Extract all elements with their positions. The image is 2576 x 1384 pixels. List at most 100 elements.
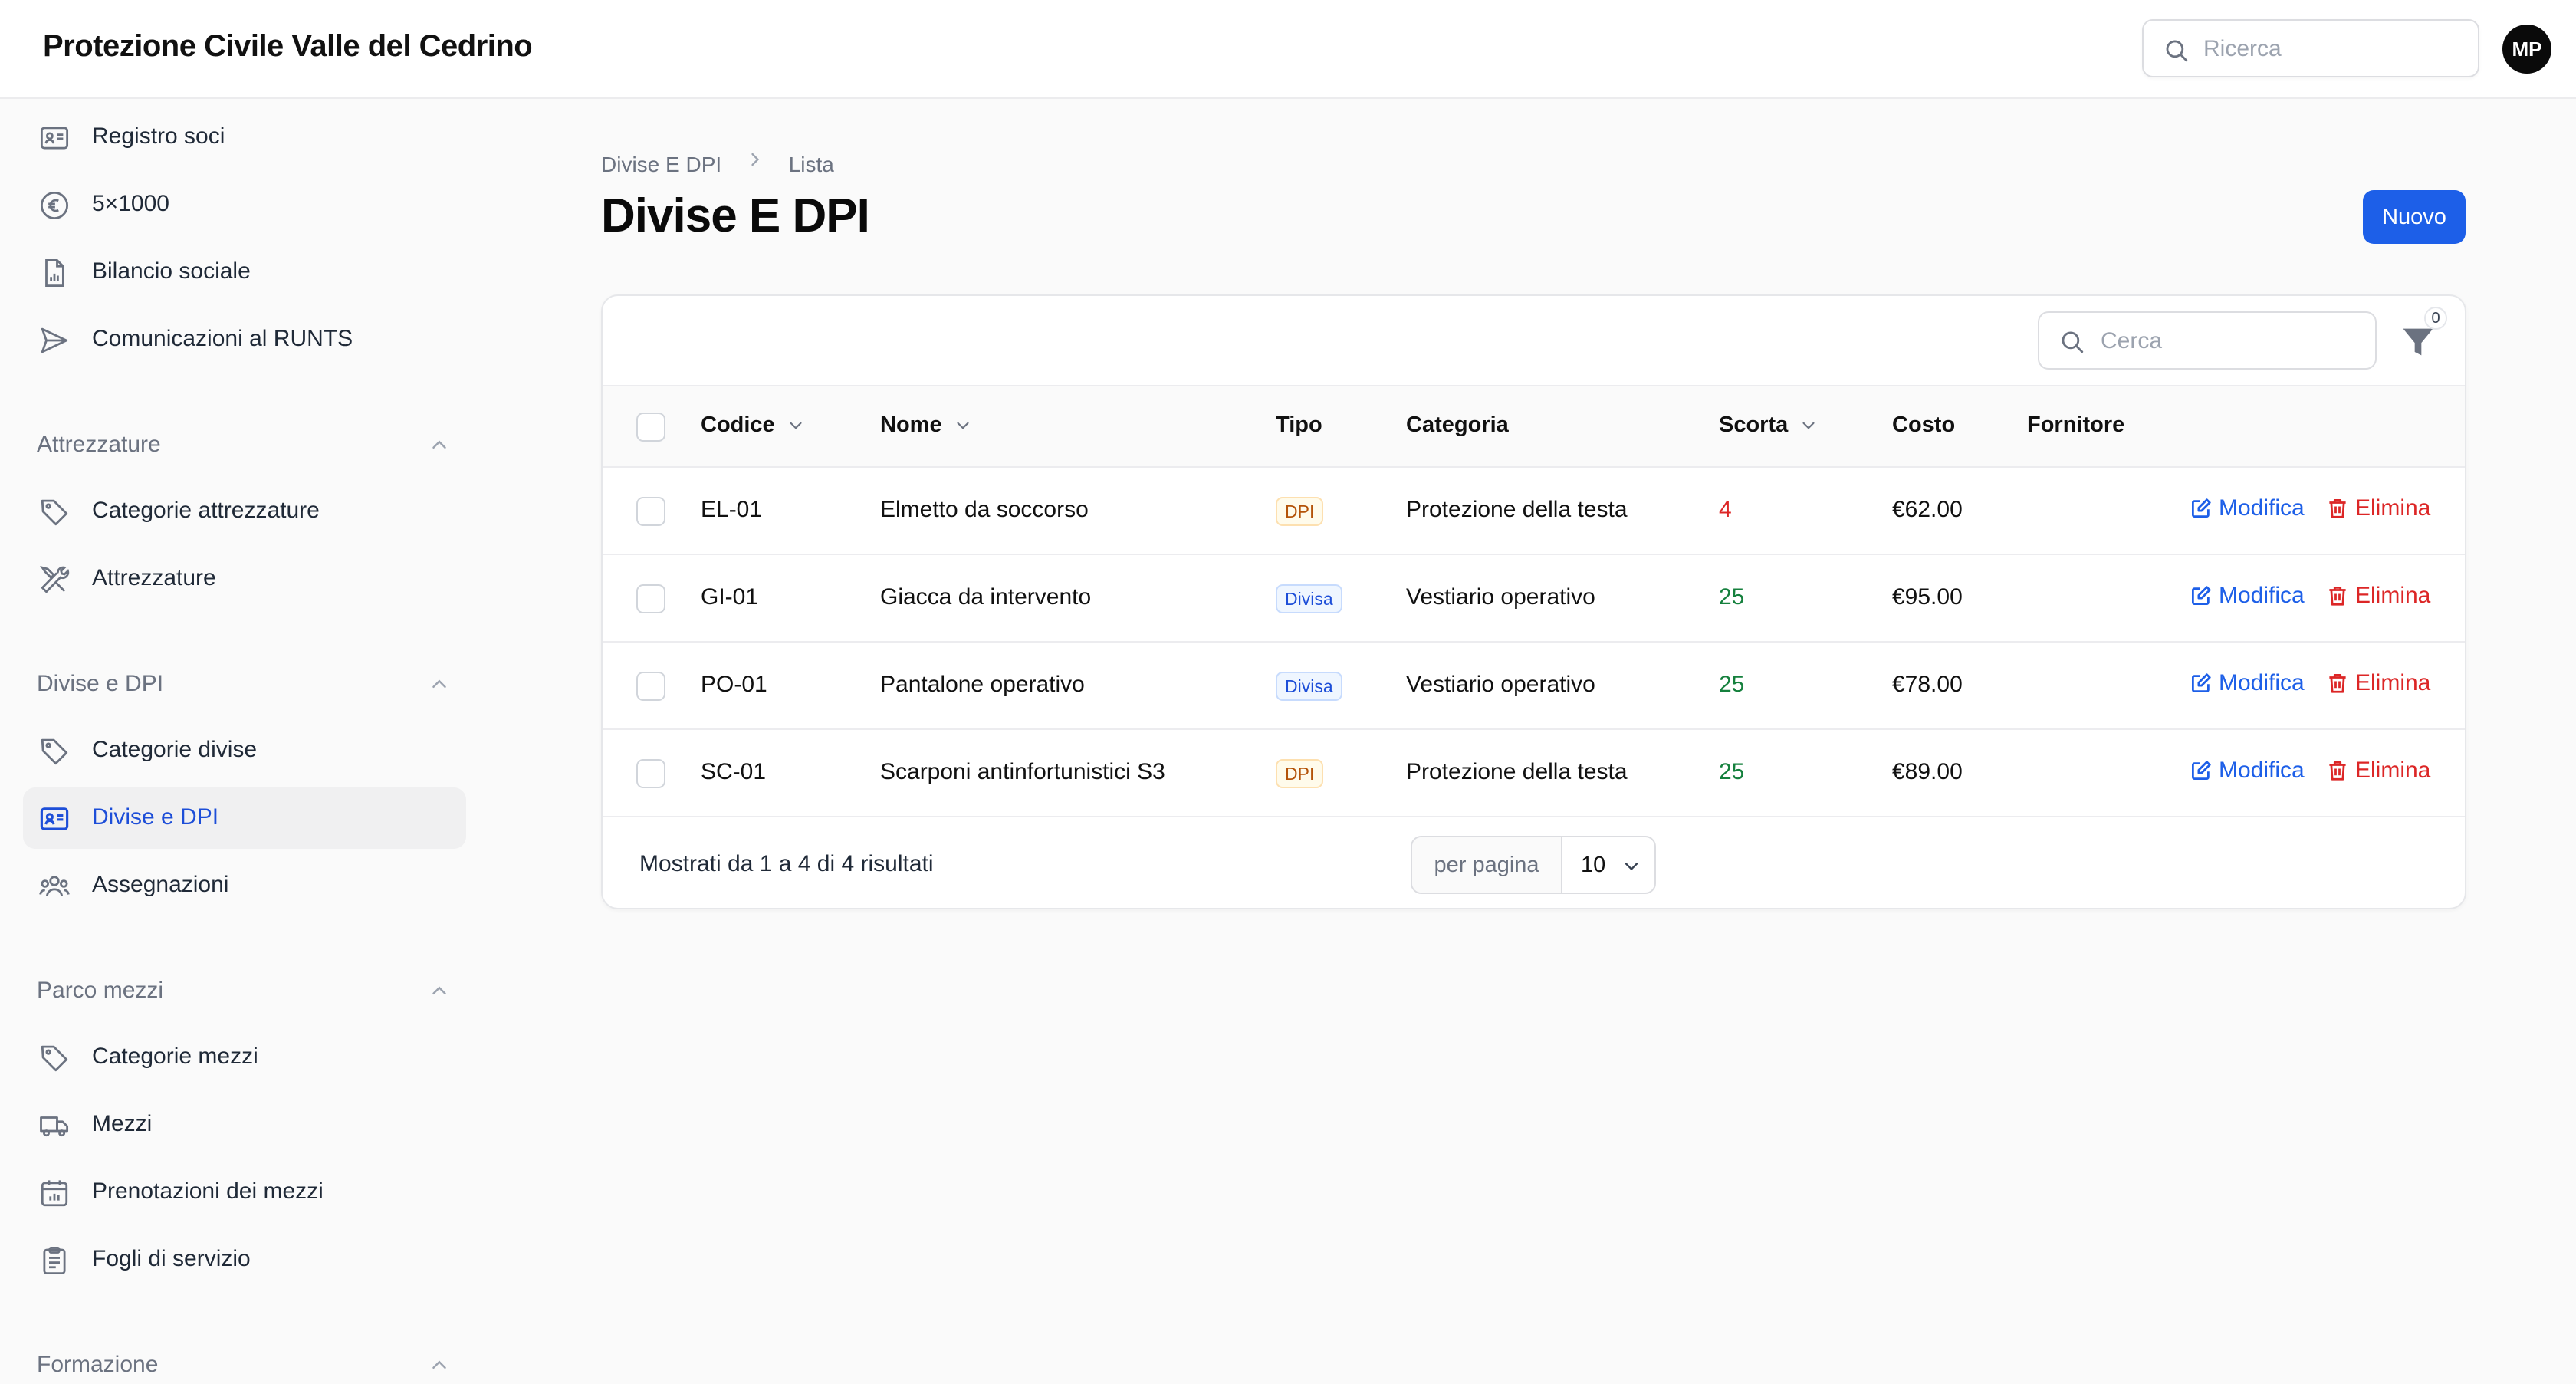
edit-label: Modifica bbox=[2219, 495, 2305, 521]
clipboard-icon bbox=[43, 1246, 66, 1275]
cell-name: Pantalone operativo bbox=[880, 672, 1085, 697]
paper-plane-icon bbox=[41, 327, 68, 353]
sidebar-group-divise-dpi[interactable]: Divise e DPI bbox=[37, 665, 451, 703]
trash-icon bbox=[2329, 499, 2346, 518]
sidebar-item-registro-soci[interactable]: Registro soci bbox=[23, 107, 466, 168]
euro-icon bbox=[40, 191, 69, 220]
global-search-input[interactable] bbox=[2203, 31, 2464, 67]
type-badge: DPI bbox=[1276, 759, 1324, 788]
row-checkbox[interactable] bbox=[636, 584, 665, 613]
sidebar-group-formazione[interactable]: Formazione bbox=[37, 1346, 451, 1384]
edit-button[interactable]: Modifica bbox=[2190, 495, 2305, 521]
cell-name: Scarponi antinfortunistici S3 bbox=[880, 759, 1165, 784]
sidebar-item-5x1000[interactable]: 5×1000 bbox=[23, 174, 466, 235]
table-footer: Mostrati da 1 a 4 di 4 risultati per pag… bbox=[603, 817, 2465, 908]
breadcrumb-parent[interactable]: Divise E DPI bbox=[601, 153, 721, 177]
row-checkbox[interactable] bbox=[636, 497, 665, 526]
sidebar-group-parco-mezzi[interactable]: Parco mezzi bbox=[37, 971, 451, 1010]
chevron-up-icon bbox=[432, 679, 446, 688]
user-avatar[interactable]: MP bbox=[2502, 25, 2551, 74]
delete-label: Elimina bbox=[2355, 495, 2431, 521]
table-row: EL-01 Elmetto da soccorso DPI Protezione… bbox=[603, 468, 2465, 555]
column-header-code[interactable]: Codice bbox=[701, 413, 806, 438]
cell-category: Vestiario operativo bbox=[1406, 672, 1595, 697]
sidebar-item-categorie-mezzi[interactable]: Categorie mezzi bbox=[23, 1027, 466, 1088]
cell-cost: €78.00 bbox=[1892, 672, 1963, 697]
column-header-type: Tipo bbox=[1276, 413, 1322, 438]
type-badge: Divisa bbox=[1276, 584, 1342, 613]
cell-cost: €95.00 bbox=[1892, 584, 1963, 610]
sidebar-item-assegnazioni[interactable]: Assegnazioni bbox=[23, 855, 466, 916]
cell-name: Elmetto da soccorso bbox=[880, 497, 1089, 522]
pencil-square-icon bbox=[2192, 761, 2211, 780]
cell-cost: €89.00 bbox=[1892, 759, 1963, 784]
table-header: Codice Nome Tipo Categoria Scorta Costo … bbox=[603, 386, 2465, 468]
sidebar-item-prenotazioni-mezzi[interactable]: Prenotazioni dei mezzi bbox=[23, 1162, 466, 1223]
users-icon bbox=[39, 876, 70, 896]
breadcrumb: Divise E DPI Lista bbox=[601, 149, 834, 177]
sidebar-item-label: 5×1000 bbox=[92, 191, 169, 216]
pencil-square-icon bbox=[2192, 586, 2211, 605]
delete-label: Elimina bbox=[2355, 758, 2431, 783]
table-card: 0 Codice Nome Tipo Categoria Scorta Cost… bbox=[601, 294, 2466, 909]
delete-button[interactable]: Elimina bbox=[2326, 758, 2430, 784]
cell-code: PO-01 bbox=[701, 672, 767, 697]
sidebar-item-categorie-divise[interactable]: Categorie divise bbox=[23, 720, 466, 781]
sidebar-item-attrezzature[interactable]: Attrezzature bbox=[23, 548, 466, 610]
chevron-down-icon bbox=[790, 422, 802, 429]
cell-category: Protezione della testa bbox=[1406, 759, 1628, 784]
tag-icon bbox=[41, 1045, 68, 1072]
edit-button[interactable]: Modifica bbox=[2190, 758, 2305, 784]
sidebar-group-label: Attrezzature bbox=[37, 432, 161, 457]
calendar-icon bbox=[41, 1180, 68, 1207]
cell-stock: 25 bbox=[1719, 584, 1745, 610]
sidebar-item-divise-dpi[interactable]: Divise e DPI bbox=[23, 787, 466, 849]
select-all-checkbox[interactable] bbox=[636, 413, 665, 442]
id-card-icon bbox=[40, 127, 69, 150]
pencil-square-icon bbox=[2192, 673, 2211, 692]
per-page-select[interactable]: per pagina 10 bbox=[1411, 836, 1656, 894]
column-header-stock[interactable]: Scorta bbox=[1719, 413, 1819, 438]
sidebar-item-mezzi[interactable]: Mezzi bbox=[23, 1094, 466, 1156]
per-page-value: 10 bbox=[1581, 853, 1606, 877]
delete-button[interactable]: Elimina bbox=[2326, 670, 2430, 696]
pencil-square-icon bbox=[2192, 498, 2211, 518]
row-checkbox[interactable] bbox=[636, 672, 665, 701]
sidebar-item-bilancio-sociale[interactable]: Bilancio sociale bbox=[23, 242, 466, 303]
column-header-name[interactable]: Nome bbox=[880, 413, 973, 438]
delete-button[interactable]: Elimina bbox=[2326, 495, 2430, 521]
global-search[interactable] bbox=[2142, 19, 2479, 77]
sidebar-item-categorie-attrezzature[interactable]: Categorie attrezzature bbox=[23, 481, 466, 542]
chevron-up-icon bbox=[432, 440, 446, 449]
sidebar-item-label: Fogli di servizio bbox=[92, 1246, 251, 1271]
cell-stock: 25 bbox=[1719, 759, 1745, 784]
top-bar: Protezione Civile Valle del Cedrino MP bbox=[0, 0, 2576, 99]
sidebar-group-label: Parco mezzi bbox=[37, 978, 164, 1003]
new-button[interactable]: Nuovo bbox=[2363, 190, 2466, 244]
edit-button[interactable]: Modifica bbox=[2190, 670, 2305, 696]
column-label: Codice bbox=[701, 413, 775, 437]
table-search-input[interactable] bbox=[2101, 324, 2361, 359]
type-badge: DPI bbox=[1276, 497, 1324, 526]
cell-stock: 4 bbox=[1719, 497, 1732, 522]
sidebar-item-comunicazioni-runts[interactable]: Comunicazioni al RUNTS bbox=[23, 309, 466, 370]
column-label: Tipo bbox=[1276, 413, 1322, 437]
wrench-screwdriver-icon bbox=[40, 566, 70, 593]
chevron-down-icon bbox=[1802, 422, 1815, 429]
chevron-up-icon bbox=[432, 1360, 446, 1369]
sidebar-group-attrezzature[interactable]: Attrezzature bbox=[37, 426, 451, 464]
sidebar-item-fogli-servizio[interactable]: Fogli di servizio bbox=[23, 1229, 466, 1290]
table-search[interactable] bbox=[2038, 311, 2377, 370]
edit-label: Modifica bbox=[2219, 583, 2305, 608]
sidebar-item-label: Bilancio sociale bbox=[92, 258, 251, 284]
sidebar-item-label: Categorie mezzi bbox=[92, 1044, 258, 1069]
breadcrumb-current: Lista bbox=[788, 152, 834, 176]
delete-label: Elimina bbox=[2355, 670, 2431, 695]
delete-button[interactable]: Elimina bbox=[2326, 583, 2430, 609]
sidebar-item-label: Mezzi bbox=[92, 1111, 153, 1136]
row-checkbox[interactable] bbox=[636, 759, 665, 788]
column-header-supplier: Fornitore bbox=[2027, 413, 2124, 438]
app-title: Protezione Civile Valle del Cedrino bbox=[43, 29, 533, 63]
search-icon bbox=[2166, 40, 2188, 62]
edit-button[interactable]: Modifica bbox=[2190, 583, 2305, 609]
